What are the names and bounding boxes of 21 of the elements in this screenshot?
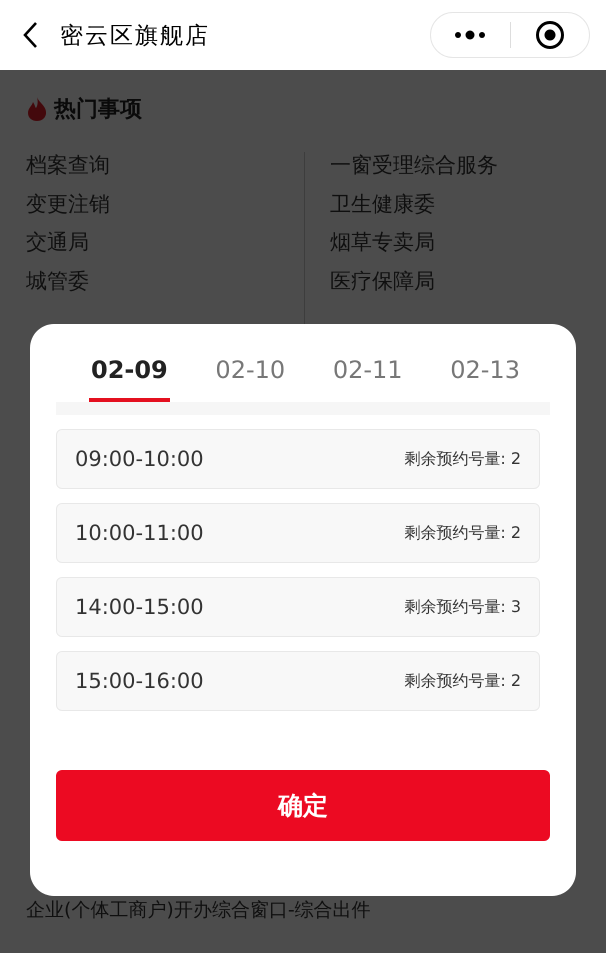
slot-time: 14:00-15:00: [75, 595, 204, 619]
time-slot[interactable]: 10:00-11:00 剩余预约号量: 2: [56, 503, 540, 563]
time-slot[interactable]: 14:00-15:00 剩余预约号量: 3: [56, 577, 540, 637]
window-title: 密云区旗舰店: [60, 22, 211, 50]
section-title: 热门事项: [54, 96, 142, 124]
date-tab[interactable]: 02-13: [448, 348, 522, 402]
date-tab[interactable]: 02-10: [213, 348, 288, 402]
slot-time: 09:00-10:00: [75, 447, 204, 471]
target-icon: [534, 20, 565, 50]
confirm-button[interactable]: 确定: [56, 770, 550, 841]
slot-remaining: 剩余预约号量: 2: [404, 670, 521, 692]
slot-remaining: 剩余预约号量: 3: [404, 596, 521, 618]
slot-time: 10:00-11:00: [75, 521, 204, 545]
slot-remaining: 剩余预约号量: 2: [404, 448, 521, 470]
slot-remaining: 剩余预约号量: 2: [404, 522, 521, 544]
more-icon: [454, 30, 486, 40]
slot-time: 15:00-16:00: [75, 669, 204, 693]
time-slot[interactable]: 15:00-16:00 剩余预约号量: 2: [56, 651, 540, 711]
back-icon[interactable]: [22, 21, 38, 49]
time-slot[interactable]: 09:00-10:00 剩余预约号量: 2: [56, 429, 540, 489]
date-tab[interactable]: 02-11: [330, 348, 405, 402]
